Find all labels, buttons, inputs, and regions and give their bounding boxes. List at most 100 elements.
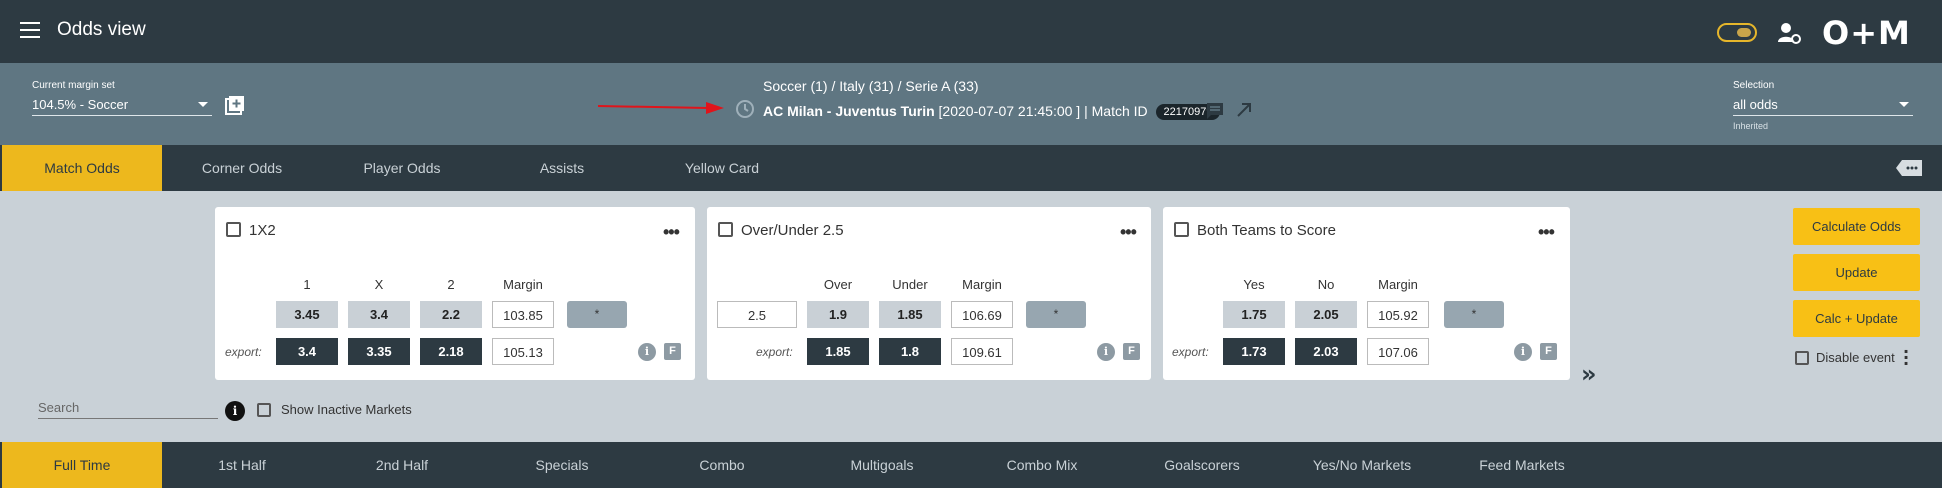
export-margin-input[interactable]: 105.13	[492, 338, 554, 365]
export-label: export:	[1172, 345, 1209, 359]
info-icon[interactable]: i	[1097, 343, 1115, 361]
export-odds-cell: 3.35	[348, 338, 410, 365]
user-settings-icon[interactable]	[1776, 20, 1802, 46]
calculate-odds-button[interactable]: Calculate Odds	[1793, 208, 1920, 245]
selection-select[interactable]: all odds	[1733, 97, 1913, 116]
export-odds-cell: 1.8	[879, 338, 941, 365]
chevron-down-icon	[198, 102, 208, 107]
info-icon[interactable]: i	[225, 401, 245, 421]
more-options-icon[interactable]: •••	[663, 222, 680, 243]
market-title: Both Teams to Score	[1197, 222, 1336, 239]
info-icon[interactable]: i	[638, 343, 656, 361]
show-inactive-checkbox[interactable]	[257, 403, 271, 417]
column-header: 1	[303, 277, 311, 292]
column-header: Yes	[1243, 277, 1265, 292]
keyboard-icon[interactable]	[1896, 158, 1924, 178]
market-tabs: Match Odds Corner Odds Player Odds Assis…	[0, 145, 1942, 191]
more-vertical-icon[interactable]: · · ·	[1903, 344, 1909, 372]
export-label: export:	[225, 345, 262, 359]
open-external-icon[interactable]	[1235, 101, 1253, 119]
column-header: No	[1317, 277, 1335, 292]
market-card-1x2: 1X2 ••• 1 X 2 Margin 3.45 3.4 2.2 103.85…	[215, 207, 695, 380]
odds-cell[interactable]: 3.4	[348, 301, 410, 328]
hamburger-menu-icon[interactable]	[20, 22, 40, 38]
tab-1st-half[interactable]: 1st Half	[162, 442, 322, 488]
tab-corner-odds[interactable]: Corner Odds	[162, 145, 322, 191]
disable-event-checkbox[interactable]	[1795, 351, 1809, 365]
tab-feed-markets[interactable]: Feed Markets	[1442, 442, 1602, 488]
calc-update-button[interactable]: Calc + Update	[1793, 300, 1920, 337]
column-header: Margin	[503, 277, 543, 292]
star-button[interactable]: *	[1444, 301, 1504, 328]
odds-cell[interactable]: 1.75	[1223, 301, 1285, 328]
more-options-icon[interactable]: •••	[1120, 222, 1137, 243]
market-checkbox[interactable]	[718, 222, 733, 237]
tab-yes-no-markets[interactable]: Yes/No Markets	[1282, 442, 1442, 488]
market-title: Over/Under 2.5	[741, 222, 844, 239]
tab-goalscorers[interactable]: Goalscorers	[1122, 442, 1282, 488]
margin-input[interactable]: 105.92	[1367, 301, 1429, 328]
page-title: Odds view	[57, 19, 146, 40]
search-input[interactable]: Search	[38, 400, 218, 419]
odds-cell[interactable]: 3.45	[276, 301, 338, 328]
tab-combo[interactable]: Combo	[642, 442, 802, 488]
update-button[interactable]: Update	[1793, 254, 1920, 291]
market-checkbox[interactable]	[1174, 222, 1189, 237]
star-button[interactable]: *	[1026, 301, 1086, 328]
info-icon[interactable]: i	[1514, 343, 1532, 361]
market-title: 1X2	[249, 222, 276, 239]
match-line: AC Milan - Juventus Turin [2020-07-07 21…	[763, 103, 1221, 120]
export-margin-input[interactable]: 107.06	[1367, 338, 1429, 365]
event-breadcrumb: Soccer (1) / Italy (31) / Serie A (33)	[763, 78, 979, 94]
selection-inherited: Inherited	[1733, 121, 1769, 131]
period-tabs: Full Time 1st Half 2nd Half Specials Com…	[0, 442, 1942, 488]
market-card-over-under: Over/Under 2.5 ••• Over Under Margin 2.5…	[707, 207, 1151, 380]
odds-cell[interactable]: 2.05	[1295, 301, 1357, 328]
odds-cell[interactable]: 1.9	[807, 301, 869, 328]
market-card-btts: Both Teams to Score ••• Yes No Margin 1.…	[1163, 207, 1570, 380]
match-details: [2020-07-07 21:45:00 ] | Match ID	[934, 103, 1148, 119]
column-header: 2	[447, 277, 455, 292]
export-odds-cell: 2.03	[1295, 338, 1357, 365]
feed-icon[interactable]: F	[1123, 343, 1140, 360]
annotation-arrow	[598, 102, 724, 114]
odds-cell[interactable]: 1.85	[879, 301, 941, 328]
theme-toggle[interactable]	[1717, 23, 1757, 42]
tab-yellow-card[interactable]: Yellow Card	[642, 145, 802, 191]
tab-specials[interactable]: Specials	[482, 442, 642, 488]
export-odds-cell: 3.4	[276, 338, 338, 365]
next-markets-icon[interactable]: »	[1581, 360, 1597, 388]
brand-logo: O+M	[1822, 14, 1911, 52]
margin-set-value: 104.5% - Soccer	[32, 97, 129, 112]
margin-input[interactable]: 103.85	[492, 301, 554, 328]
export-odds-cell: 1.73	[1223, 338, 1285, 365]
tab-match-odds[interactable]: Match Odds	[2, 145, 162, 191]
clock-icon	[736, 100, 754, 118]
tab-combo-mix[interactable]: Combo Mix	[962, 442, 1122, 488]
show-inactive-label: Show Inactive Markets	[281, 402, 412, 417]
add-margin-icon[interactable]	[225, 95, 245, 115]
column-header: Margin	[1378, 277, 1418, 292]
line-input[interactable]: 2.5	[717, 301, 797, 328]
tab-player-odds[interactable]: Player Odds	[322, 145, 482, 191]
more-options-icon[interactable]: •••	[1538, 222, 1555, 243]
export-odds-cell: 1.85	[807, 338, 869, 365]
match-name: AC Milan - Juventus Turin	[763, 103, 935, 119]
tab-multigoals[interactable]: Multigoals	[802, 442, 962, 488]
export-margin-input[interactable]: 109.61	[951, 338, 1013, 365]
column-header: X	[374, 277, 384, 292]
feed-icon[interactable]: F	[664, 343, 681, 360]
margin-input[interactable]: 106.69	[951, 301, 1013, 328]
tab-assists[interactable]: Assists	[482, 145, 642, 191]
feed-icon[interactable]: F	[1540, 343, 1557, 360]
column-header: Over	[823, 277, 853, 292]
top-bar: Odds view O+M	[0, 0, 1942, 63]
comment-icon[interactable]	[1205, 101, 1225, 121]
star-button[interactable]: *	[567, 301, 627, 328]
tab-full-time[interactable]: Full Time	[2, 442, 162, 488]
odds-cell[interactable]: 2.2	[420, 301, 482, 328]
market-checkbox[interactable]	[226, 222, 241, 237]
column-header: Margin	[962, 277, 1002, 292]
margin-set-select[interactable]: 104.5% - Soccer	[32, 97, 212, 116]
tab-2nd-half[interactable]: 2nd Half	[322, 442, 482, 488]
